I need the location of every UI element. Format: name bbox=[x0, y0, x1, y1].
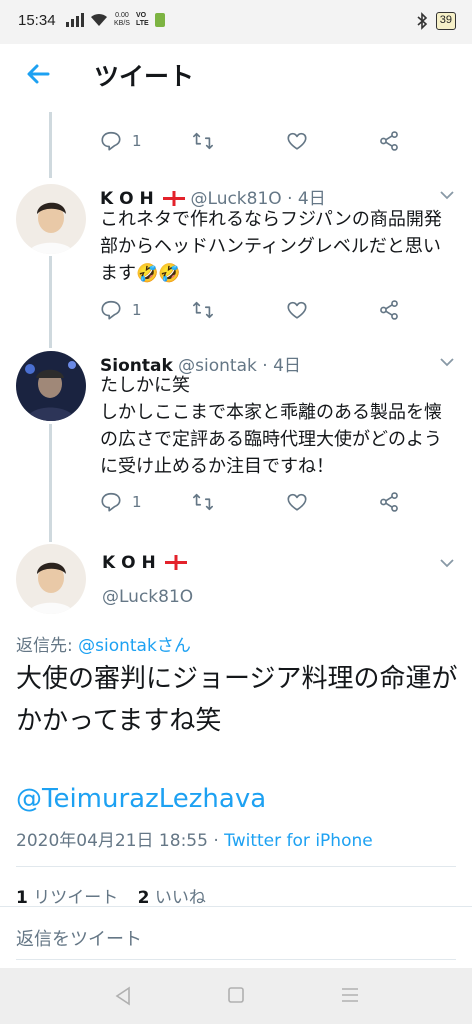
retweet-button[interactable] bbox=[192, 295, 214, 325]
like-label: いいね bbox=[154, 888, 206, 908]
like-icon bbox=[287, 493, 307, 511]
tweet-actions: 1 bbox=[100, 487, 430, 517]
like-button[interactable] bbox=[286, 295, 308, 325]
bluetooth-icon bbox=[417, 12, 427, 30]
system-nav-bar bbox=[0, 968, 472, 1024]
wifi-icon bbox=[91, 13, 107, 26]
like-icon bbox=[287, 301, 307, 319]
retweet-stat[interactable]: 1 リツイート bbox=[16, 888, 124, 908]
avatar[interactable] bbox=[16, 544, 86, 614]
reply-count: 1 bbox=[132, 301, 142, 319]
engagement-stats: 1 リツイート 2 いいね bbox=[16, 883, 206, 908]
reply-count: 1 bbox=[132, 132, 142, 150]
reply-box[interactable]: 返信をツイート bbox=[0, 907, 472, 967]
tweet-text: これネタで作れるならフジパンの商品開発部からヘッドハンティングレベルだと思います… bbox=[100, 209, 442, 284]
share-button[interactable] bbox=[378, 487, 400, 517]
like-button[interactable] bbox=[286, 487, 308, 517]
retweet-button[interactable] bbox=[192, 126, 214, 156]
reply-underline bbox=[16, 959, 456, 960]
reply-to-line: 返信先: @siontakさん bbox=[16, 631, 191, 656]
back-arrow-icon[interactable] bbox=[22, 58, 54, 90]
avatar[interactable] bbox=[16, 351, 86, 421]
mention-link[interactable]: @TeimurazLezhava bbox=[16, 784, 266, 814]
share-icon bbox=[380, 300, 398, 320]
reply-to-label: 返信先: bbox=[16, 636, 73, 656]
display-name[interactable]: K O H bbox=[102, 553, 156, 573]
reply-icon bbox=[101, 492, 121, 512]
status-bar: 15:34 0.00 KB/S VO LTE 39 bbox=[0, 0, 472, 44]
reply-icon bbox=[101, 300, 121, 320]
chevron-down-icon[interactable] bbox=[438, 554, 456, 572]
like-icon bbox=[287, 132, 307, 150]
retweet-icon bbox=[193, 301, 213, 319]
status-time: 15:34 bbox=[18, 12, 56, 29]
tweet-datetime: 2020年04月21日 18:55 bbox=[16, 831, 208, 851]
chevron-down-icon[interactable] bbox=[438, 353, 456, 371]
retweet-icon bbox=[193, 493, 213, 511]
app-notification-icon bbox=[154, 13, 165, 27]
app-header: ツイート bbox=[0, 44, 472, 102]
tweet-actions: 1 bbox=[100, 295, 430, 325]
retweet-label: リツイート bbox=[33, 888, 119, 908]
main-tweet-text: 大使の審判にジョージア料理の命運がかかってますね笑 bbox=[16, 664, 458, 736]
divider bbox=[16, 866, 456, 867]
tweet-source-link[interactable]: Twitter for iPhone bbox=[224, 831, 373, 851]
status-icons-right: 39 bbox=[416, 12, 456, 30]
page-title: ツイート bbox=[94, 62, 195, 91]
share-icon bbox=[380, 492, 398, 512]
like-count: 2 bbox=[137, 888, 150, 908]
thread-line bbox=[49, 112, 52, 178]
nav-back-icon[interactable] bbox=[114, 986, 132, 1006]
cell-signal-icon bbox=[66, 13, 84, 27]
nav-home-icon[interactable] bbox=[228, 987, 244, 1003]
battery-level: 39 bbox=[435, 12, 456, 30]
status-icons-left: 0.00 KB/S VO LTE bbox=[66, 12, 165, 28]
network-speed: 0.00 KB/S bbox=[114, 12, 130, 27]
georgia-flag-icon bbox=[165, 555, 188, 570]
tweet-text: たしかに笑 しかしここまで本家と乖離のある製品を懐の広さで定評ある臨時代理大使が… bbox=[100, 375, 442, 477]
retweet-count: 1 bbox=[16, 888, 28, 908]
retweet-button[interactable] bbox=[192, 487, 214, 517]
nav-menu-icon[interactable] bbox=[341, 987, 359, 1003]
tweet-actions: 1 bbox=[100, 126, 430, 156]
chevron-down-icon[interactable] bbox=[438, 186, 456, 204]
georgia-flag-icon bbox=[163, 191, 186, 206]
reply-button[interactable]: 1 bbox=[100, 487, 142, 517]
retweet-icon bbox=[193, 132, 213, 150]
avatar[interactable] bbox=[16, 184, 86, 254]
volte-indicator: VO LTE bbox=[135, 12, 149, 27]
thread-line bbox=[49, 256, 52, 348]
reply-to-user-link[interactable]: @siontakさん bbox=[78, 636, 191, 656]
reply-count: 1 bbox=[132, 493, 142, 511]
main-tweet-name-row: K O H bbox=[102, 553, 188, 573]
like-stat[interactable]: 2 いいね bbox=[138, 888, 206, 908]
share-button[interactable] bbox=[378, 295, 400, 325]
like-button[interactable] bbox=[286, 126, 308, 156]
thread-line bbox=[49, 424, 52, 542]
reply-button[interactable]: 1 bbox=[100, 295, 142, 325]
reply-input-placeholder[interactable]: 返信をツイート bbox=[16, 925, 142, 951]
reply-icon bbox=[101, 131, 121, 151]
tweet-meta: 2020年04月21日 18:55 · Twitter for iPhone bbox=[16, 831, 373, 851]
share-button[interactable] bbox=[378, 126, 400, 156]
user-handle[interactable]: @Luck81O bbox=[102, 587, 193, 607]
share-icon bbox=[380, 131, 398, 151]
reply-button[interactable]: 1 bbox=[100, 126, 142, 156]
